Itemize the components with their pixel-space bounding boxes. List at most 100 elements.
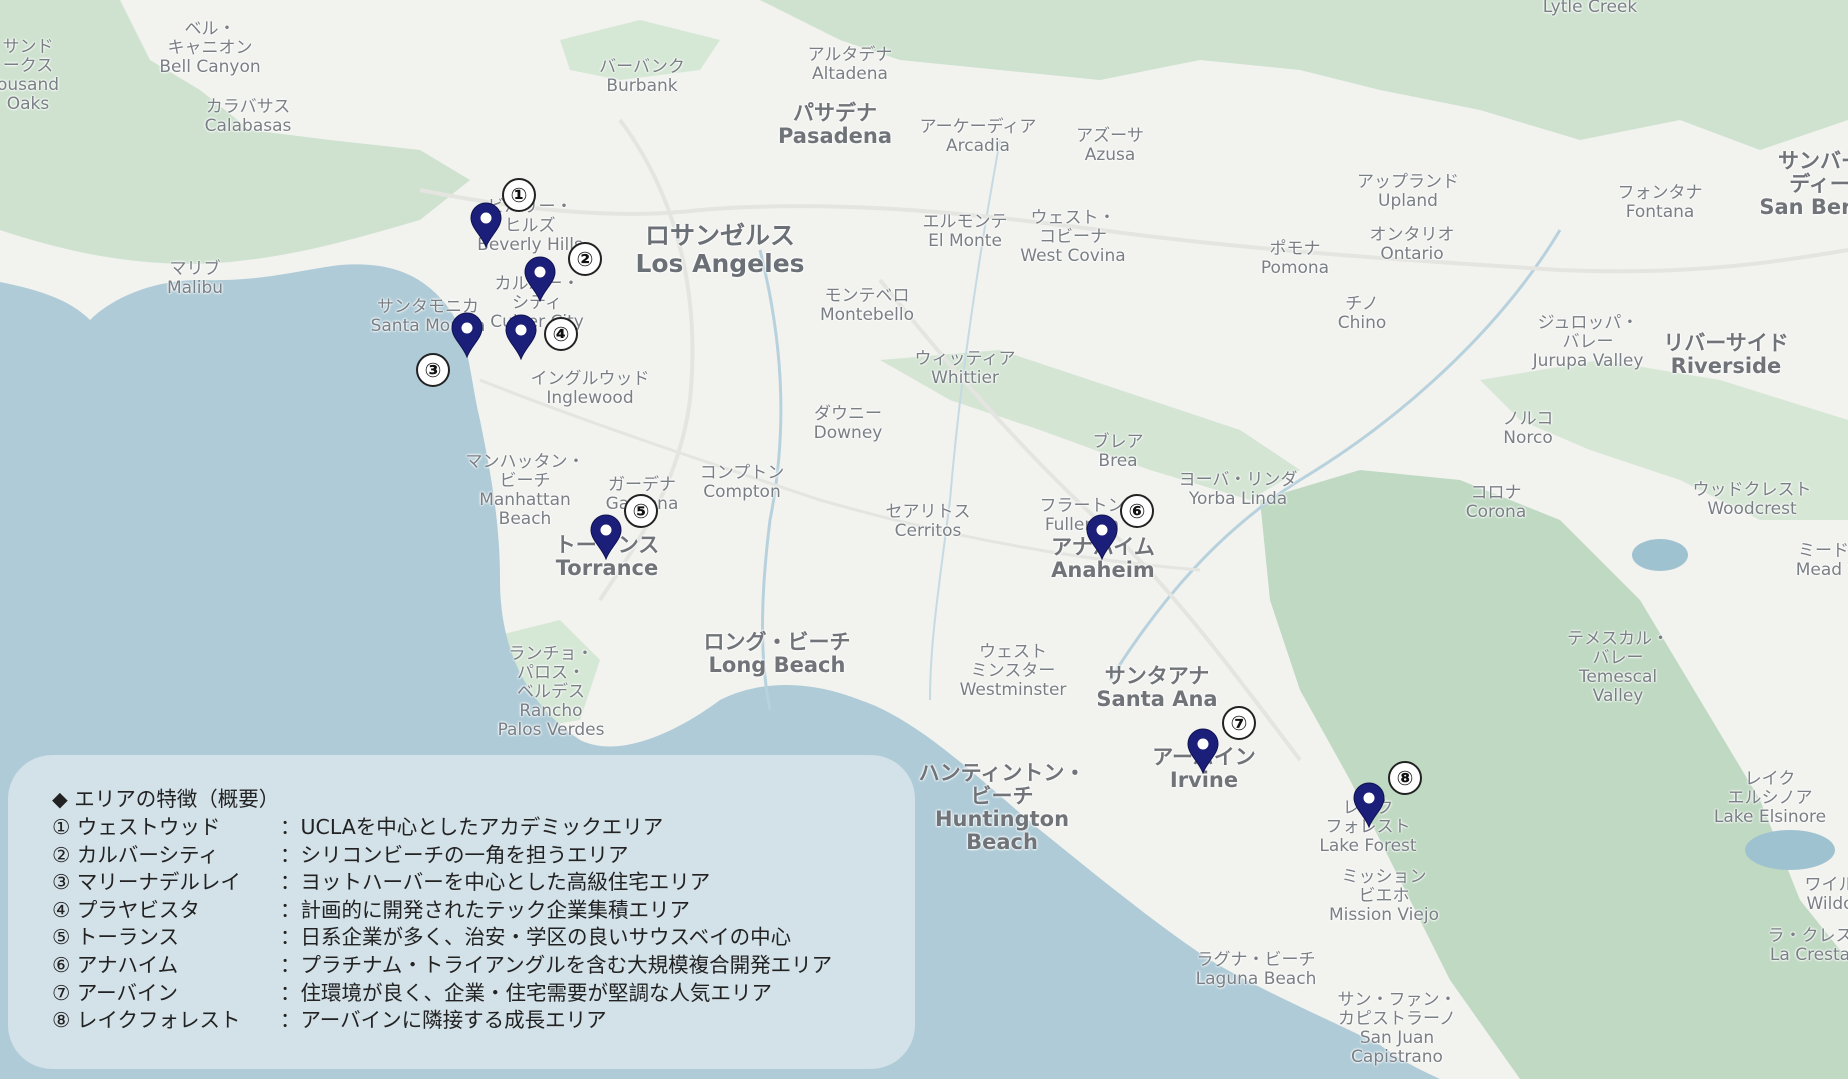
place-label-line: El Monte <box>928 231 1002 251</box>
place-label-line: カラバサス <box>205 97 291 117</box>
place-label-line: Woodcrest <box>1707 499 1797 519</box>
place-label-santa-clarita-area: サンド ークス ousand Oaks <box>0 38 59 114</box>
place-label-line: San Berna <box>1759 195 1848 219</box>
map-pin-icon[interactable] <box>450 312 484 358</box>
place-label-el-monte: エルモンテ El Monte <box>923 213 1008 251</box>
place-label-line: ラ・クレス <box>1767 926 1848 946</box>
place-label-line: ロサンゼルス <box>644 221 795 250</box>
place-label-line: ミード・ <box>1798 541 1848 561</box>
place-label-line: ビーチ <box>970 784 1034 808</box>
place-label-line: テメスカル・ <box>1567 629 1669 649</box>
legend-panel: ◆ エリアの特徴（概要） ① ウェストウッド ：UCLAを中心としたアカデミックエ… <box>8 755 915 1069</box>
place-label-long-beach: ロング・ビーチ Long Beach <box>704 631 851 677</box>
legend-area-name: ① ウェストウッド <box>52 815 221 839</box>
place-label-line: バーバンク <box>599 57 685 77</box>
place-label-line: ベルデス <box>516 682 585 702</box>
place-label-montebello: モンテベロ Montebello <box>820 287 914 325</box>
place-label-line: ハンティントン・ <box>918 761 1086 785</box>
place-label-line: コビーナ <box>1038 227 1107 247</box>
place-label-line: ミッション <box>1341 867 1427 887</box>
place-label-line: Wildo <box>1806 894 1848 914</box>
place-label-line: ミンスター <box>970 661 1056 681</box>
place-label-brea: ブレア Brea <box>1093 433 1144 471</box>
place-label-temescal-valley: テメスカル・ バレー Temescal Valley <box>1567 630 1669 706</box>
place-label-line: Valley <box>1592 686 1644 706</box>
legend-row: ⑤ トーランス ：日系企業が多く、治安・学区の良いサウスベイの中心 <box>52 924 915 952</box>
place-label-line: ークス <box>2 56 54 76</box>
place-label-line: Riverside <box>1670 354 1782 378</box>
marker-number-badge: ⑤ <box>624 494 658 528</box>
place-label-line: Altadena <box>812 64 888 84</box>
place-label-line: Santa Ana <box>1096 687 1218 711</box>
map-pin-icon[interactable] <box>504 314 538 360</box>
map-pin-icon[interactable] <box>469 202 503 248</box>
place-label-altadena: アルタデナ Altadena <box>808 46 893 84</box>
place-label-line: ラグナ・ビーチ <box>1196 950 1316 970</box>
place-label-line: イングルウッド <box>530 369 650 389</box>
place-label-line: レイク <box>1744 769 1796 789</box>
place-label-la-cresta: ラ・クレス La Cresta <box>1768 927 1848 965</box>
map-pin-icon[interactable] <box>1352 782 1386 828</box>
place-label-line: Cerritos <box>894 521 962 541</box>
legend-area-name: ② カルバーシティ <box>52 842 219 867</box>
place-label-woodcrest: ウッドクレスト Woodcrest <box>1693 481 1812 519</box>
place-label-arcadia: アーケーディア Arcadia <box>920 118 1037 156</box>
place-label-riverside: リバーサイド Riverside <box>1663 332 1789 378</box>
place-label-line: ジュロッパ・ <box>1537 313 1639 333</box>
place-label-line: ダウニー <box>813 404 882 424</box>
place-label-line: Chino <box>1337 313 1387 333</box>
place-label-line: Malibu <box>166 278 224 298</box>
place-label-burbank: バーバンク Burbank <box>599 58 685 96</box>
place-label-yorba-linda: ヨーバ・リンダ Yorba Linda <box>1179 471 1298 509</box>
place-label-line: Palos Verdes <box>497 720 605 740</box>
place-label-line: Brea <box>1098 451 1138 471</box>
place-label-azusa: アズーサ Azusa <box>1076 127 1144 165</box>
place-label-line: アーケーディア <box>919 117 1037 137</box>
place-label-line: Montebello <box>819 305 915 325</box>
place-label-corona: コロナ Corona <box>1466 484 1526 522</box>
place-label-line: サンド <box>2 37 54 57</box>
place-label-line: Torrance <box>555 556 659 580</box>
legend-area-name: ⑥ アナハイム <box>52 952 179 977</box>
place-label-norco: ノルコ Norco <box>1503 410 1554 448</box>
marker-number-badge: ④ <box>544 317 578 351</box>
map-pin-icon[interactable] <box>1085 514 1119 560</box>
legend-area-name: ⑧ レイクフォレスト <box>52 1008 241 1033</box>
legend-row: ① ウェストウッド ：UCLAを中心としたアカデミックエリア <box>52 814 915 842</box>
place-label-los-angeles: ロサンゼルス Los Angeles <box>635 222 804 278</box>
lake-elsinore-water <box>1745 830 1835 870</box>
place-label-line: Downey <box>813 423 883 443</box>
place-label-san-bernardino: サンバーディーSan Berna <box>1759 150 1848 219</box>
place-label-line: エルシノア <box>1727 788 1813 808</box>
place-label-line: ousand <box>0 75 60 95</box>
place-label-line: パロス・ <box>516 663 585 683</box>
place-label-line: ポモナ <box>1269 239 1321 259</box>
place-label-pasadena: パサデナ Pasadena <box>778 102 892 148</box>
map-pin-icon[interactable] <box>589 514 623 560</box>
place-label-mead-valley: ミード・Mead Va <box>1796 542 1848 580</box>
place-label-compton: コンプトン Compton <box>700 464 785 502</box>
place-label-line: コンプトン <box>699 463 785 483</box>
place-label-westminster: ウェスト ミンスター Westminster <box>960 643 1067 700</box>
place-label-line: パサデナ <box>792 101 877 125</box>
place-label-lake-elsinore: レイク エルシノア Lake Elsinore <box>1714 770 1826 827</box>
marker-number-badge: ③ <box>416 353 450 387</box>
place-label-pomona: ポモナ Pomona <box>1261 240 1329 278</box>
legend-row: ③ マリーナデルレイ ：ヨットハーバーを中心とした高級住宅エリア <box>52 869 915 897</box>
place-label-line: Jurupa Valley <box>1532 351 1644 371</box>
place-label-line: ガーデナ <box>607 475 676 495</box>
place-label-line: モンテベロ <box>824 286 910 306</box>
place-label-line: バレー <box>1562 332 1614 352</box>
place-label-line: Los Angeles <box>635 249 805 278</box>
place-label-line: ビーチ <box>499 471 551 491</box>
place-label-line: Burbank <box>606 76 678 96</box>
place-label-line: オンタリオ <box>1369 225 1455 245</box>
place-label-line: Corona <box>1465 502 1527 522</box>
place-label-line: ウッドクレスト <box>1692 480 1812 500</box>
place-label-line: Compton <box>703 482 781 502</box>
map-pin-icon[interactable] <box>1186 728 1220 774</box>
map-pin-icon[interactable] <box>523 256 557 302</box>
place-label-line: Whittier <box>931 368 999 388</box>
place-label-line: ビエホ <box>1358 886 1410 906</box>
legend-row: ⑥ アナハイム ：プラチナム・トライアングルを含む大規模複合開発エリア <box>52 952 915 980</box>
